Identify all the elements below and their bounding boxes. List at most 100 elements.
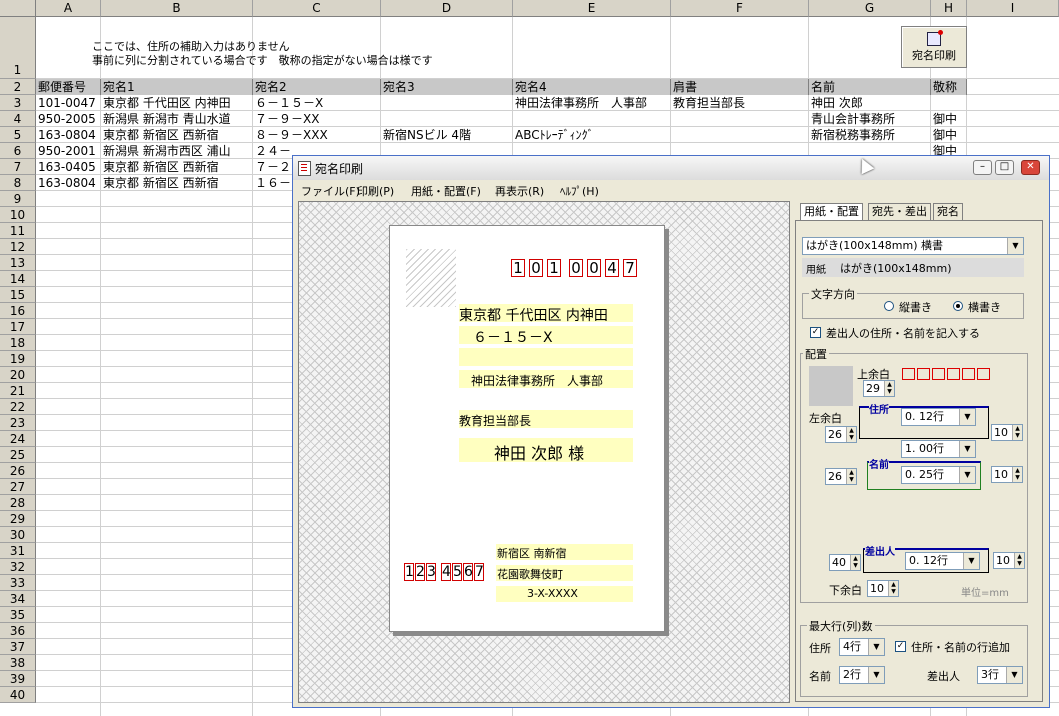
- table-cell[interactable]: 神田法律事務所 人事部: [515, 95, 673, 111]
- table-cell[interactable]: 950-2005: [38, 111, 103, 127]
- row-header[interactable]: 23: [0, 415, 36, 431]
- title-bar[interactable]: 宛名印刷 – □ ✕: [293, 156, 1049, 181]
- row-header[interactable]: 11: [0, 223, 36, 239]
- header-cell[interactable]: 名前: [809, 79, 931, 95]
- column-header[interactable]: D: [381, 0, 513, 17]
- row-header[interactable]: 37: [0, 639, 36, 655]
- row-header[interactable]: 2: [0, 79, 36, 95]
- row-header[interactable]: 9: [0, 191, 36, 207]
- row-header[interactable]: 6: [0, 143, 36, 159]
- row-header[interactable]: 5: [0, 127, 36, 143]
- table-cell[interactable]: 御中: [933, 111, 969, 127]
- column-header[interactable]: F: [671, 0, 809, 17]
- menu-print[interactable]: 印刷(P): [357, 183, 394, 199]
- column-header[interactable]: I: [967, 0, 1059, 17]
- table-cell[interactable]: 神田 次郎: [811, 95, 933, 111]
- column-header[interactable]: C: [253, 0, 381, 17]
- addr-lines-select[interactable]: 4行 ▼: [839, 638, 885, 656]
- row-header[interactable]: 8: [0, 175, 36, 191]
- name-lines-select[interactable]: 2行 ▼: [839, 666, 885, 684]
- table-cell[interactable]: 青山会計事務所: [811, 111, 933, 127]
- table-cell[interactable]: 教育担当部長: [673, 95, 811, 111]
- row-header[interactable]: 14: [0, 271, 36, 287]
- maximize-button[interactable]: □: [995, 160, 1014, 175]
- row-header[interactable]: 1: [0, 17, 36, 79]
- row-header[interactable]: 38: [0, 655, 36, 671]
- table-cell[interactable]: 東京都 新宿区 西新宿: [103, 127, 255, 143]
- header-cell[interactable]: 宛名1: [101, 79, 253, 95]
- table-cell[interactable]: 東京都 千代田区 内神田: [103, 95, 255, 111]
- column-header[interactable]: E: [513, 0, 671, 17]
- menu-refresh[interactable]: 再表示(R): [495, 183, 544, 199]
- sender-left-spinner[interactable]: 40 ▲ ▼: [829, 554, 861, 571]
- row-header[interactable]: 39: [0, 671, 36, 687]
- row-header[interactable]: 16: [0, 303, 36, 319]
- add-line-checkbox[interactable]: ✓: [895, 641, 906, 652]
- menu-help[interactable]: ﾍﾙﾌﾟ(H): [560, 183, 599, 199]
- row-header[interactable]: 4: [0, 111, 36, 127]
- vertical-radio[interactable]: [884, 301, 894, 311]
- row-header[interactable]: 10: [0, 207, 36, 223]
- paper-select[interactable]: はがき(100x148mm) 横書 ▼: [802, 237, 1024, 255]
- tab-name[interactable]: 宛名: [933, 203, 963, 220]
- table-cell[interactable]: 東京都 新宿区 西新宿: [103, 175, 255, 191]
- table-cell[interactable]: 950-2001: [38, 143, 103, 159]
- right-margin-2-spinner[interactable]: 10 ▲ ▼: [991, 466, 1023, 483]
- table-cell[interactable]: 新潟県 新潟市 青山水道: [103, 111, 255, 127]
- row-header[interactable]: 35: [0, 607, 36, 623]
- row-header[interactable]: 25: [0, 447, 36, 463]
- table-cell[interactable]: 新宿NSビル 4階: [383, 127, 515, 143]
- row-header[interactable]: 28: [0, 495, 36, 511]
- row-header[interactable]: 21: [0, 383, 36, 399]
- column-header[interactable]: A: [36, 0, 101, 17]
- table-cell[interactable]: 163-0804: [38, 127, 103, 143]
- header-cell[interactable]: 郵便番号: [36, 79, 101, 95]
- name-spacing-select[interactable]: 0. 25行 ▼: [901, 466, 976, 484]
- close-button[interactable]: ✕: [1021, 160, 1040, 175]
- row-header[interactable]: 19: [0, 351, 36, 367]
- menu-paper-layout[interactable]: 用紙・配置(F): [411, 183, 481, 199]
- right-margin-3-spinner[interactable]: 10 ▲ ▼: [993, 552, 1025, 569]
- row-header[interactable]: 32: [0, 559, 36, 575]
- table-cell[interactable]: 101-0047: [38, 95, 103, 111]
- column-header[interactable]: H: [931, 0, 967, 17]
- header-cell[interactable]: 肩書: [671, 79, 809, 95]
- name-left-spinner[interactable]: 26 ▲ ▼: [825, 468, 857, 485]
- header-cell[interactable]: 宛名4: [513, 79, 671, 95]
- tab-paper-layout[interactable]: 用紙・配置: [800, 203, 863, 220]
- table-cell[interactable]: 新潟県 新潟市西区 浦山: [103, 143, 255, 159]
- menu-file[interactable]: ファイル(F): [301, 183, 360, 199]
- row-header[interactable]: 24: [0, 431, 36, 447]
- row-header[interactable]: 36: [0, 623, 36, 639]
- top-margin-spinner[interactable]: 29 ▲ ▼: [863, 380, 895, 397]
- row-header[interactable]: 34: [0, 591, 36, 607]
- sender-checkbox[interactable]: ✓: [810, 327, 821, 338]
- table-cell[interactable]: 東京都 新宿区 西新宿: [103, 159, 255, 175]
- column-header[interactable]: G: [809, 0, 931, 17]
- row-header[interactable]: 20: [0, 367, 36, 383]
- row-header[interactable]: 26: [0, 463, 36, 479]
- address-spacing-select[interactable]: 0. 12行 ▼: [901, 408, 976, 426]
- row-header[interactable]: 33: [0, 575, 36, 591]
- corner-cell[interactable]: [0, 0, 36, 17]
- sender-spacing-select[interactable]: 0. 12行 ▼: [905, 552, 980, 570]
- row-header[interactable]: 17: [0, 319, 36, 335]
- right-margin-1-spinner[interactable]: 10 ▲ ▼: [991, 424, 1023, 441]
- row-header[interactable]: 22: [0, 399, 36, 415]
- row-header[interactable]: 30: [0, 527, 36, 543]
- row-header[interactable]: 15: [0, 287, 36, 303]
- table-cell[interactable]: 163-0405: [38, 159, 103, 175]
- row-header[interactable]: 13: [0, 255, 36, 271]
- minimize-button[interactable]: –: [973, 160, 992, 175]
- row-header[interactable]: 40: [0, 687, 36, 703]
- header-cell[interactable]: 宛名3: [381, 79, 513, 95]
- postcard-preview[interactable]: 1010047 東京都 千代田区 内神田 ６－１５－X 神田法律事務所 人事部 …: [298, 201, 790, 703]
- row-header[interactable]: 31: [0, 543, 36, 559]
- table-cell[interactable]: 新宿税務事務所: [811, 127, 933, 143]
- print-address-button[interactable]: 宛名印刷: [901, 26, 967, 68]
- left-margin-spinner[interactable]: 26 ▲ ▼: [825, 426, 857, 443]
- header-cell[interactable]: 宛名2: [253, 79, 381, 95]
- table-cell[interactable]: 御中: [933, 127, 969, 143]
- bottom-margin-spinner[interactable]: 10 ▲ ▼: [867, 580, 899, 597]
- row-header[interactable]: 29: [0, 511, 36, 527]
